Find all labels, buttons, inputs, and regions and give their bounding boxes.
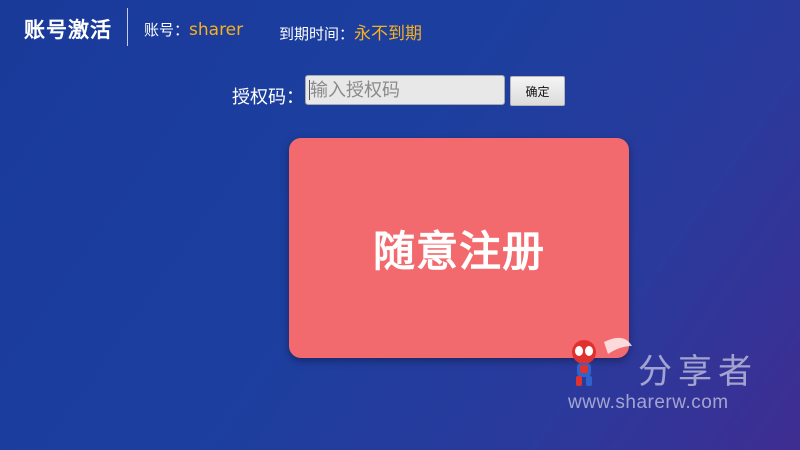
watermark-url: www.sharerw.com — [568, 392, 729, 413]
expire-info: 到期时间：永不到期 — [279, 19, 422, 44]
expire-value: 永不到期 — [354, 24, 423, 44]
title-divider — [127, 8, 128, 46]
watermark-brand: 分享者 — [638, 352, 758, 392]
expire-label: 到期时间： — [279, 25, 355, 43]
page-title: 账号激活 — [24, 18, 112, 42]
account-info: 账号：sharer — [144, 19, 243, 40]
spiderman-mascot-icon — [572, 337, 632, 386]
text-caret — [309, 80, 310, 100]
account-value: sharer — [189, 20, 244, 40]
confirm-button[interactable]: 确定 — [510, 76, 565, 106]
register-label: 随意注册 — [372, 226, 545, 276]
account-label: 账号： — [144, 21, 190, 39]
auth-code-input[interactable] — [305, 75, 505, 105]
watermark: 分享者 www.sharerw.com — [560, 320, 790, 430]
auth-code-label: 授权码： — [232, 87, 304, 108]
